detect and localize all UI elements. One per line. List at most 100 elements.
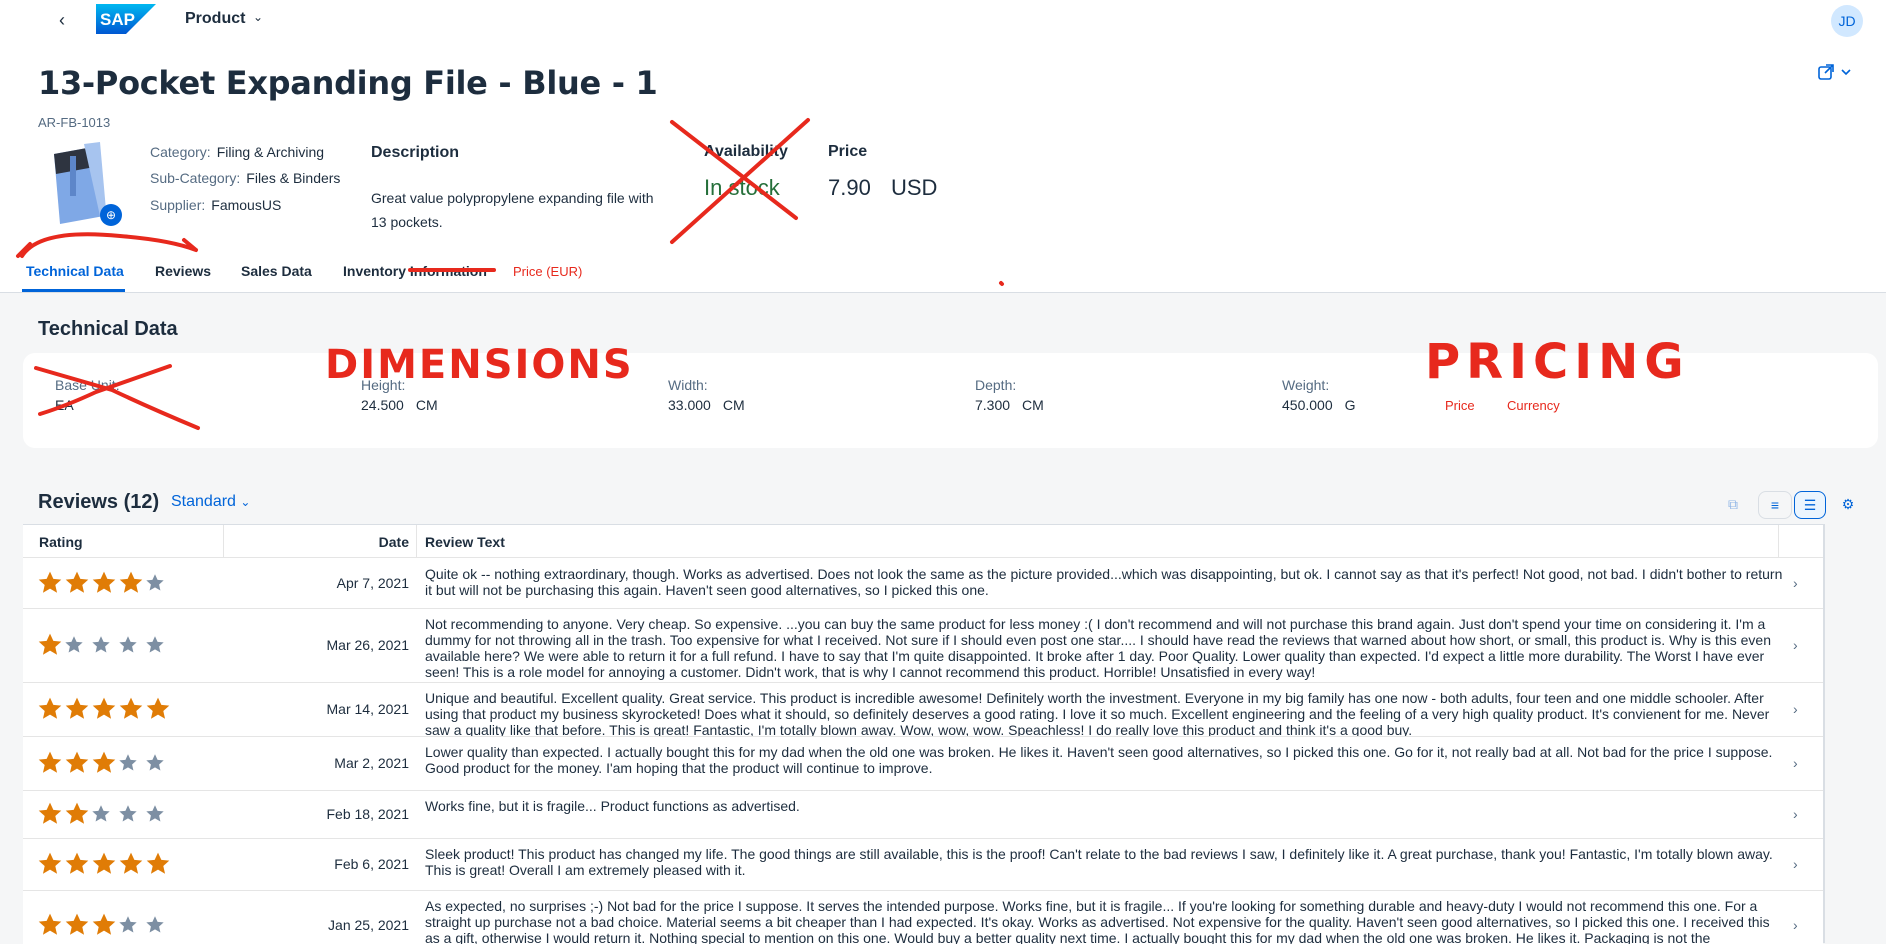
- width-label: Width:: [668, 377, 708, 393]
- row-navigation-icon[interactable]: ›: [1793, 701, 1798, 717]
- rating-stars: [37, 570, 172, 596]
- star-filled-icon: [119, 697, 143, 719]
- review-text: As expected, no surprises ;-) Not bad fo…: [425, 898, 1770, 944]
- tab-sales-data[interactable]: Sales Data: [241, 263, 312, 279]
- column-rating[interactable]: Rating: [39, 534, 83, 550]
- share-icon[interactable]: [1816, 62, 1856, 84]
- column-review-text[interactable]: Review Text: [425, 534, 505, 550]
- tab-price-eur[interactable]: Price (EUR): [513, 264, 582, 279]
- star-empty-icon: [119, 805, 137, 822]
- subcategory-field: Sub-Category: Files & Binders: [150, 170, 340, 186]
- star-empty-icon: [119, 754, 137, 771]
- height-value: 24.500: [361, 397, 404, 413]
- review-date: Feb 6, 2021: [334, 856, 409, 872]
- reviews-title: Reviews (12): [38, 491, 160, 513]
- pricing-price-label: Price: [1445, 398, 1475, 413]
- price-title: Price: [828, 143, 868, 160]
- price-value: 7.90: [828, 175, 871, 200]
- star-filled-icon: [65, 571, 89, 593]
- copy-icon[interactable]: ⧉: [1722, 491, 1744, 517]
- share-menu-icon: [1818, 64, 1851, 80]
- row-navigation-icon[interactable]: ›: [1793, 575, 1798, 591]
- supplier-value[interactable]: FamousUS: [211, 197, 281, 213]
- star-filled-icon: [38, 802, 62, 824]
- table-row[interactable]: Mar 14, 2021 Unique and beautiful. Excell…: [23, 682, 1823, 737]
- star-empty-icon: [119, 916, 137, 933]
- tab-technical-data[interactable]: Technical Data: [26, 263, 124, 279]
- variant-selector[interactable]: Standard ⌄: [171, 493, 250, 511]
- rating-stars: [37, 696, 172, 722]
- product-id: AR-FB-1013: [38, 115, 111, 130]
- row-navigation-icon[interactable]: ›: [1793, 917, 1798, 933]
- price-currency: USD: [891, 175, 938, 200]
- chevron-down-icon[interactable]: ⌄: [253, 10, 263, 24]
- tab-inventory-information[interactable]: Inventory Information: [343, 263, 487, 279]
- star-filled-icon: [38, 633, 62, 655]
- column-date[interactable]: Date: [223, 534, 409, 550]
- review-date: Mar 14, 2021: [326, 701, 410, 717]
- star-filled-icon: [92, 571, 116, 593]
- width-unit: CM: [722, 397, 745, 413]
- supplier-label: Supplier:: [150, 197, 206, 213]
- rating-stars: [37, 632, 172, 658]
- row-navigation-icon[interactable]: ›: [1793, 856, 1798, 872]
- star-filled-icon: [92, 852, 116, 874]
- table-row[interactable]: Mar 2, 2021 Lower quality than expected. …: [23, 736, 1823, 791]
- review-text: Quite ok -- nothing extraordinary, thoug…: [425, 566, 1783, 598]
- weight-field: Weight: 450.000 G: [1282, 377, 1356, 413]
- height-unit: CM: [415, 397, 438, 413]
- tab-bar: Technical Data Reviews Sales Data Invent…: [0, 258, 1886, 292]
- star-filled-icon: [92, 751, 116, 773]
- star-filled-icon: [38, 852, 62, 874]
- review-text: Not recommending to anyone. Very cheap. …: [425, 616, 1771, 680]
- star-filled-icon: [92, 697, 116, 719]
- review-text: Lower quality than expected. I actually …: [425, 744, 1773, 776]
- row-navigation-icon[interactable]: ›: [1793, 755, 1798, 771]
- subcategory-label: Sub-Category:: [150, 170, 241, 186]
- star-empty-icon: [65, 636, 83, 653]
- star-filled-icon: [38, 751, 62, 773]
- star-empty-icon: [146, 636, 164, 653]
- back-button[interactable]: ‹: [50, 8, 74, 32]
- width-value: 33.000: [668, 397, 711, 413]
- table-row[interactable]: Mar 26, 2021 Not recommending to anyone. …: [23, 608, 1823, 683]
- table-header: Rating Date Review Text: [23, 525, 1823, 558]
- star-filled-icon: [92, 913, 116, 935]
- star-empty-icon: [146, 916, 164, 933]
- active-tab-indicator: [22, 289, 125, 292]
- star-empty-icon: [146, 805, 164, 822]
- row-navigation-icon[interactable]: ›: [1793, 637, 1798, 653]
- settings-icon[interactable]: ⚙: [1836, 491, 1860, 517]
- weight-unit: G: [1344, 397, 1356, 413]
- star-empty-icon: [119, 636, 137, 653]
- expand-rows-icon[interactable]: ≡: [1758, 491, 1792, 519]
- table-row[interactable]: Jan 25, 2021 As expected, no surprises ;-…: [23, 890, 1823, 944]
- star-filled-icon: [119, 571, 143, 593]
- app-title[interactable]: Product: [185, 10, 245, 28]
- star-filled-icon: [65, 697, 89, 719]
- rating-stars: [37, 851, 172, 877]
- star-empty-icon: [146, 754, 164, 771]
- table-row[interactable]: Feb 18, 2021 Works fine, but it is fragil…: [23, 790, 1823, 839]
- review-text: Sleek product! This product has changed …: [425, 846, 1773, 878]
- star-filled-icon: [146, 697, 170, 719]
- height-field: Height: 24.500 CM: [361, 377, 438, 413]
- review-date: Mar 2, 2021: [334, 755, 409, 771]
- table-scrollbar[interactable]: [1823, 524, 1825, 943]
- technical-data-title: Technical Data: [38, 318, 178, 340]
- row-navigation-icon[interactable]: ›: [1793, 806, 1798, 822]
- star-filled-icon: [119, 852, 143, 874]
- depth-value: 7.300: [975, 397, 1011, 413]
- zoom-icon[interactable]: ⊕: [100, 204, 122, 226]
- rating-stars: [37, 912, 172, 938]
- base-unit-field: Base Unit: EA: [55, 377, 120, 413]
- condensed-rows-icon[interactable]: ☰: [1794, 491, 1826, 519]
- review-date: Apr 7, 2021: [336, 575, 409, 591]
- table-row[interactable]: Apr 7, 2021 Quite ok -- nothing extraordi…: [23, 558, 1823, 609]
- review-date: Mar 26, 2021: [326, 637, 410, 653]
- avatar[interactable]: JD: [1831, 5, 1863, 37]
- table-row[interactable]: Feb 6, 2021 Sleek product! This product h…: [23, 838, 1823, 891]
- depth-label: Depth:: [975, 377, 1017, 393]
- tab-reviews[interactable]: Reviews: [155, 263, 211, 279]
- star-empty-icon: [92, 805, 110, 822]
